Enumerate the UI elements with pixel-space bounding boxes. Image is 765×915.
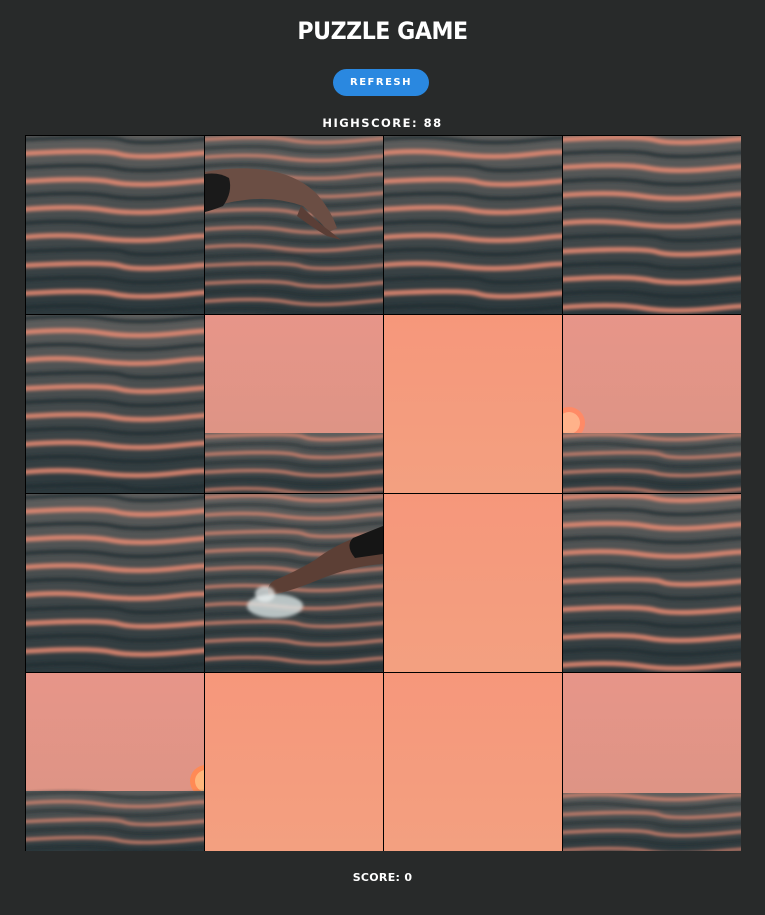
puzzle-tile[interactable] (563, 494, 741, 672)
puzzle-tile-image (563, 494, 741, 672)
puzzle-tile-image (384, 494, 562, 672)
puzzle-game-page: PUZZLE GAME REFRESH HIGHSCORE: 88 SCORE:… (0, 0, 765, 915)
puzzle-tile[interactable] (205, 673, 383, 851)
puzzle-tile-image (563, 673, 741, 851)
puzzle-tile[interactable] (205, 315, 383, 493)
puzzle-tile-image (205, 673, 383, 851)
puzzle-tile-image (384, 136, 562, 314)
puzzle-tile[interactable] (384, 673, 562, 851)
puzzle-tile-image (205, 494, 383, 672)
puzzle-tile[interactable] (563, 315, 741, 493)
puzzle-tile-image (26, 673, 204, 851)
puzzle-tile-image (26, 494, 204, 672)
puzzle-tile[interactable] (563, 673, 741, 851)
puzzle-tile-image (26, 136, 204, 314)
puzzle-tile[interactable] (26, 136, 204, 314)
puzzle-tile-image (26, 315, 204, 493)
puzzle-tile[interactable] (205, 494, 383, 672)
puzzle-tile-image (205, 136, 383, 314)
score-label: SCORE: 0 (352, 871, 413, 884)
puzzle-tile[interactable] (384, 315, 562, 493)
puzzle-tile[interactable] (205, 136, 383, 314)
page-title: PUZZLE GAME (297, 17, 468, 45)
puzzle-tile[interactable] (26, 494, 204, 672)
puzzle-tile-image (563, 315, 741, 493)
puzzle-tile-image (205, 315, 383, 493)
puzzle-tile[interactable] (26, 673, 204, 851)
puzzle-tile[interactable] (26, 315, 204, 493)
puzzle-tile[interactable] (384, 136, 562, 314)
puzzle-board (25, 135, 741, 851)
highscore-label: HIGHSCORE: 88 (322, 116, 443, 130)
puzzle-tile-image (563, 136, 741, 314)
puzzle-tile[interactable] (384, 494, 562, 672)
puzzle-tile-image (384, 315, 562, 493)
puzzle-tile[interactable] (563, 136, 741, 314)
puzzle-tile-image (384, 673, 562, 851)
refresh-button[interactable]: REFRESH (333, 69, 429, 96)
